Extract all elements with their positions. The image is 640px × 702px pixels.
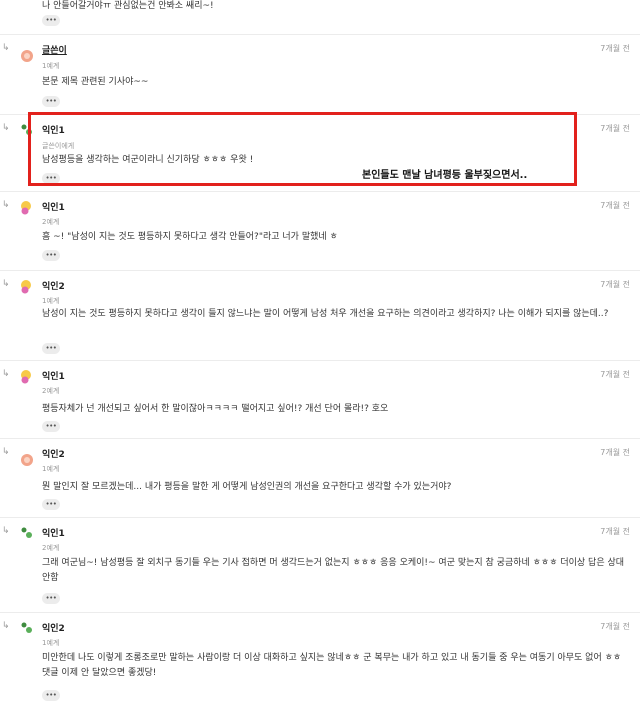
more-options-button[interactable]: •••	[42, 690, 60, 701]
reply-arrow-icon: ↳	[2, 369, 10, 379]
comment-body: 평등자체가 넌 개선되고 싶어서 한 말이잖아ㅋㅋㅋㅋ 떨어지고 싶어!? 개선…	[42, 404, 389, 414]
divider	[0, 270, 640, 271]
divider	[0, 360, 640, 361]
comment-meta: 2예계	[42, 387, 60, 395]
divider	[0, 612, 640, 613]
comment-meta: 1예계	[42, 465, 60, 473]
comment-body: 미안한데 나도 이렇게 조롱조로만 말하는 사람이랑 더 이상 대화하고 싶지는…	[42, 653, 622, 678]
comment-time: 7개월 전	[600, 622, 630, 631]
avatar	[21, 50, 33, 62]
more-options-button[interactable]: •••	[42, 499, 60, 510]
comment-time: 7개월 전	[600, 44, 630, 53]
reply-arrow-icon: ↳	[2, 621, 10, 631]
comment-body: 그래 여군님~! 남성평등 잘 외치구 동기들 우는 기사 접하면 머 생각드는…	[42, 558, 625, 583]
more-options-button[interactable]: •••	[42, 593, 60, 604]
reply-arrow-icon: ↳	[2, 123, 10, 133]
avatar	[21, 454, 33, 466]
reply-arrow-icon: ↳	[2, 526, 10, 536]
comment-meta: 1예계	[42, 639, 60, 647]
avatar	[21, 370, 31, 384]
divider	[0, 438, 640, 439]
avatar	[21, 527, 32, 538]
reply-arrow-icon: ↳	[2, 447, 10, 457]
comment-meta: 1예계	[42, 297, 60, 305]
comment-author[interactable]: 익인1	[42, 526, 65, 539]
reply-arrow-icon: ↳	[2, 43, 10, 53]
comment-author[interactable]: 익인1	[42, 369, 65, 382]
more-options-button[interactable]: •••	[42, 250, 60, 261]
divider	[0, 34, 640, 35]
more-options-button[interactable]: •••	[42, 421, 60, 432]
comment-body-fragment: 나 안들어갈거야ㅠ 관심없는건 안봐소 쌔리~!	[42, 1, 214, 11]
more-options-button[interactable]: •••	[42, 343, 60, 354]
avatar	[21, 622, 32, 633]
more-options-button[interactable]: •••	[42, 15, 60, 26]
comment-author[interactable]: 익인2	[42, 279, 65, 292]
reply-arrow-icon: ↳	[2, 279, 10, 289]
comment-time: 7개월 전	[600, 280, 630, 289]
annotation-text: 본인들도 맨날 남녀평등 울부짖으면서..	[362, 170, 528, 181]
comment-author[interactable]: 익인2	[42, 621, 65, 634]
comment-time: 7개월 전	[600, 527, 630, 536]
comment-body: 본문 제목 관련된 기사야~~	[42, 77, 149, 87]
divider	[0, 517, 640, 518]
divider	[0, 191, 640, 192]
comment-time: 7개월 전	[600, 124, 630, 133]
comment-meta: 2예계	[42, 218, 60, 226]
comment-body: 뭔 말인지 잘 모르겠는데... 내가 평등을 말한 게 어떻게 남성인권의 개…	[42, 482, 452, 492]
comment-meta: 1예계	[42, 62, 60, 70]
comment-time: 7개월 전	[600, 448, 630, 457]
comment-author[interactable]: 글쓴이	[42, 43, 67, 56]
reply-arrow-icon: ↳	[2, 200, 10, 210]
comment-body: 흠 ~! "남성이 지는 것도 평등하지 못하다고 생각 안들어?"라고 너가 …	[42, 232, 338, 242]
avatar	[21, 280, 31, 294]
more-options-button[interactable]: •••	[42, 96, 60, 107]
comment-time: 7개월 전	[600, 201, 630, 210]
comment-author[interactable]: 익인1	[42, 200, 65, 213]
avatar	[21, 201, 31, 215]
comment-body: 남성이 지는 것도 평등하지 못하다고 생각이 들지 않느냐는 말이 어떻게 남…	[42, 309, 609, 319]
comment-meta: 2예계	[42, 544, 60, 552]
comment-author[interactable]: 익인2	[42, 447, 65, 460]
comment-time: 7개월 전	[600, 370, 630, 379]
